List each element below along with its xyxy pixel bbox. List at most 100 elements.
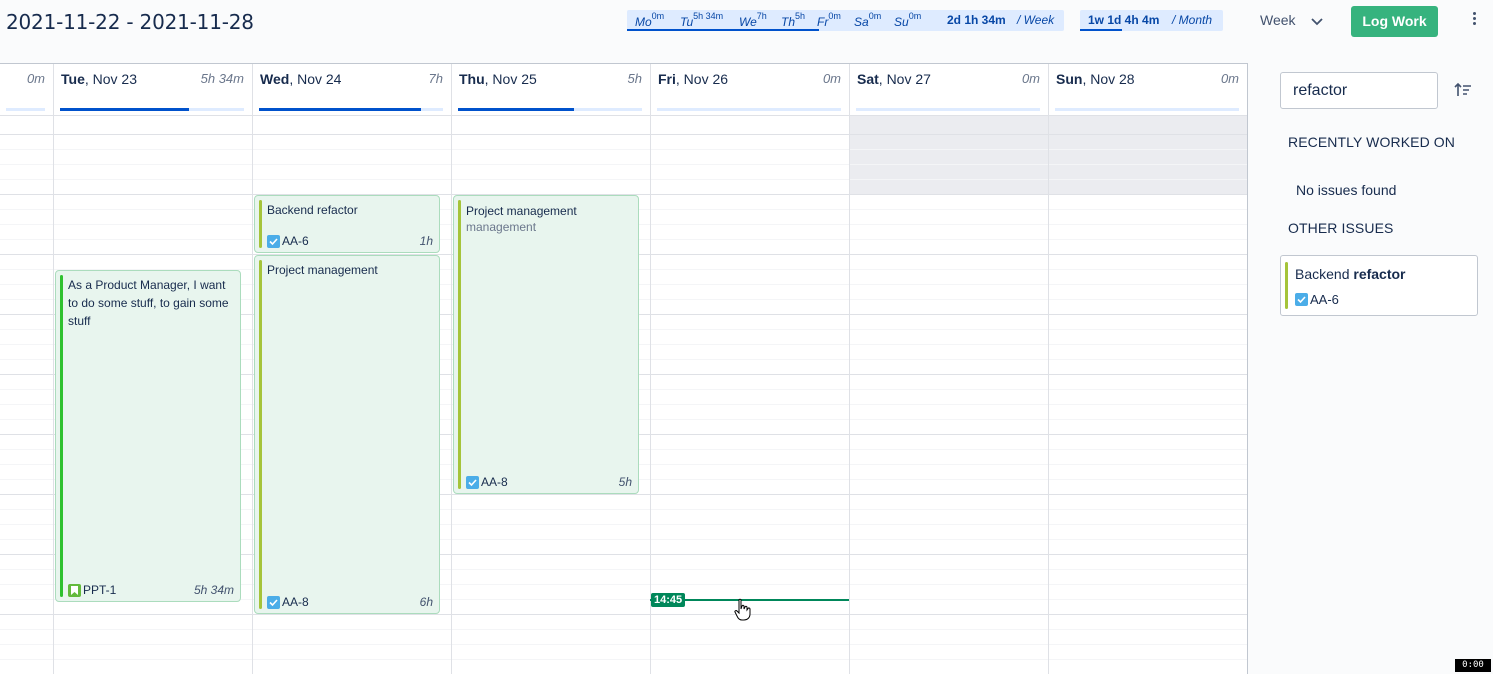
issue-card[interactable]: Backend refactor AA-6 <box>1280 255 1478 316</box>
worklog-key[interactable]: PPT-1 <box>68 583 116 597</box>
day-label: Thu, Nov 25 <box>459 71 537 87</box>
day-header-thu[interactable]: Thu, Nov 25 5h <box>452 64 650 116</box>
week-day-th: Th5h <box>781 11 806 29</box>
worklog-key[interactable]: AA-8 <box>267 595 309 609</box>
log-work-button[interactable]: Log Work <box>1351 6 1438 37</box>
task-icon <box>267 595 280 609</box>
day-header-tue[interactable]: Tue, Nov 23 5h 34m <box>54 64 252 116</box>
week-period: / Week <box>1017 13 1055 27</box>
worklog-key[interactable]: AA-8 <box>466 475 508 489</box>
issue-title: Backend refactor <box>1295 266 1406 282</box>
day-hours: 0m <box>822 71 841 86</box>
header: 2021-11-22 - 2021-11-28 Mo0m Tu5h 34m We… <box>0 0 1493 44</box>
column-divider <box>53 64 54 674</box>
week-day-fr: Fr0m <box>817 11 841 29</box>
month-total: 1w 1d 4h 4m <box>1088 13 1160 27</box>
card-stripe <box>1285 262 1288 309</box>
worklog-key[interactable]: AA-6 <box>267 234 309 248</box>
day-header-sat[interactable]: Sat, Nov 27 0m <box>850 64 1048 116</box>
time-grid-line <box>0 134 1247 135</box>
worklog-card[interactable]: Backend refactor AA-6 1h <box>254 195 440 253</box>
day-header-mon[interactable]: 0m <box>0 64 53 116</box>
day-label: Sat, Nov 27 <box>857 71 931 87</box>
day-label: Sun, Nov 28 <box>1056 71 1135 87</box>
worklog-duration: 5h <box>618 475 632 489</box>
column-divider <box>1048 64 1049 674</box>
column-divider <box>650 64 651 674</box>
worklog-card[interactable]: Project management management AA-8 5h <box>453 195 639 494</box>
card-stripe <box>259 260 262 609</box>
view-select[interactable]: Week <box>1260 12 1296 28</box>
column-divider <box>252 64 253 674</box>
day-hours: 7h <box>428 71 443 86</box>
column-divider <box>849 64 850 674</box>
day-header-fri[interactable]: Fri, Nov 26 0m <box>651 64 849 116</box>
day-label: Wed, Nov 24 <box>260 71 342 87</box>
day-progress <box>657 108 841 111</box>
weekend-shade <box>850 116 1247 194</box>
chevron-down-icon[interactable] <box>1310 14 1324 28</box>
sort-icon[interactable] <box>1453 80 1473 100</box>
day-progress <box>6 108 45 111</box>
worklog-title: Project management <box>267 263 378 277</box>
week-day-we: We7h <box>739 11 767 29</box>
time-grid-line <box>0 179 1247 180</box>
day-hours: 0m <box>1220 71 1239 86</box>
worklog-title: Project management <box>466 204 577 218</box>
day-label: Tue, Nov 23 <box>61 71 137 87</box>
task-icon <box>267 234 280 248</box>
worklog-duration: 6h <box>419 595 433 609</box>
week-calendar: 0m Tue, Nov 23 5h 34m Wed, Nov 24 7h Thu… <box>0 63 1248 674</box>
day-hours: 5h 34m <box>200 71 244 86</box>
issue-panel: RECENTLY WORKED ON No issues found OTHER… <box>1248 44 1493 674</box>
day-hours: 0m <box>26 71 45 86</box>
week-summary[interactable]: Mo0m Tu5h 34m We7h Th5h Fr0m Sa0m Su0m 2… <box>627 10 1064 31</box>
week-day-sa: Sa0m <box>854 11 882 29</box>
task-icon <box>466 475 479 489</box>
hand-cursor-icon <box>734 598 751 621</box>
worklog-duration: 5h 34m <box>193 583 234 597</box>
month-period: / Month <box>1172 13 1213 27</box>
no-issues-text: No issues found <box>1296 182 1397 198</box>
day-progress <box>1055 108 1239 111</box>
card-stripe <box>259 200 262 248</box>
week-day-su: Su0m <box>894 11 922 29</box>
card-stripe <box>60 275 63 597</box>
day-hours: 0m <box>1021 71 1040 86</box>
header-separator <box>0 115 1247 116</box>
worklog-duration: 1h <box>419 234 433 248</box>
column-divider <box>451 64 452 674</box>
time-grid-line <box>0 149 1247 150</box>
day-header-wed[interactable]: Wed, Nov 24 7h <box>253 64 451 116</box>
time-grid-line <box>0 659 1247 660</box>
day-header-sun[interactable]: Sun, Nov 28 0m <box>1049 64 1247 116</box>
time-grid-line <box>0 614 1247 615</box>
week-day-tu: Tu5h 34m <box>680 11 724 29</box>
time-grid-line <box>0 644 1247 645</box>
recording-badge: 0:00 <box>1455 659 1491 672</box>
more-options-icon[interactable] <box>1469 12 1479 30</box>
current-time-badge: 14:45 <box>651 593 686 607</box>
issue-search-input[interactable] <box>1280 72 1438 109</box>
other-issues-title: OTHER ISSUES <box>1288 220 1394 236</box>
day-progress <box>60 108 244 111</box>
worklog-title: Backend refactor <box>267 203 358 217</box>
day-hours: 5h <box>627 71 642 86</box>
card-stripe <box>458 200 461 489</box>
task-icon <box>1295 293 1308 306</box>
day-progress <box>458 108 642 111</box>
story-icon <box>68 583 81 597</box>
issue-key[interactable]: AA-6 <box>1295 292 1339 307</box>
worklog-card[interactable]: As a Product Manager, I want to do some … <box>55 270 241 602</box>
month-progress-bar <box>1080 29 1122 31</box>
time-grid-line <box>0 164 1247 165</box>
week-progress-bar <box>627 29 819 31</box>
worklog-card[interactable]: Project management AA-8 6h <box>254 255 440 614</box>
time-grid-line <box>0 629 1247 630</box>
day-label: Fri, Nov 26 <box>658 71 729 87</box>
worklog-title: As a Product Manager, I want to do some … <box>68 278 229 328</box>
day-progress <box>259 108 443 111</box>
month-summary[interactable]: 1w 1d 4h 4m / Month <box>1080 10 1223 31</box>
recently-worked-title: RECENTLY WORKED ON <box>1288 134 1455 150</box>
date-range-title: 2021-11-22 - 2021-11-28 <box>6 10 254 34</box>
